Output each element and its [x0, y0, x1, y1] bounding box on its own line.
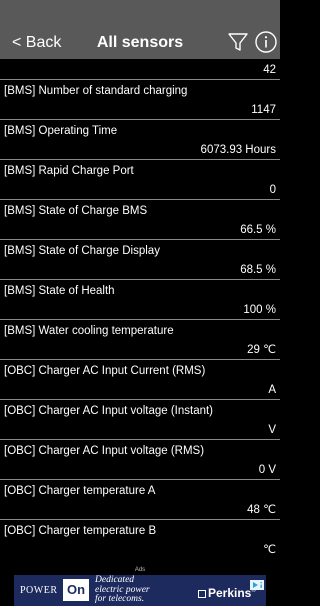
sensor-name: [OBC] Charger temperature A [4, 485, 156, 497]
sensor-value: 6073.93 Hours [200, 144, 276, 156]
sensor-row[interactable]: [BMS] State of Charge BMS 66.5 % [0, 200, 280, 240]
sensor-name: [BMS] State of Charge Display [4, 245, 160, 257]
sensor-row[interactable]: [BMS] Operating Time 6073.93 Hours [0, 120, 280, 160]
sensor-row[interactable]: [BMS] Rapid Charge Port 0 [0, 160, 280, 200]
sensor-row[interactable]: [OBC] Charger temperature A 48 ℃ [0, 480, 280, 520]
adchoices-icon[interactable] [250, 577, 264, 590]
sensor-name: [BMS] Operating Time [4, 125, 118, 137]
sensor-row[interactable]: [OBC] Charger AC Input voltage (RMS) 0 V [0, 440, 280, 480]
ad-area: Ads POWER On Dedicated electric power fo… [0, 567, 280, 606]
sensor-value: A [268, 384, 276, 396]
ad-on-box: On [63, 579, 89, 601]
sensor-row[interactable]: [BMS] Number of standard charging 1147 [0, 80, 280, 120]
info-icon[interactable] [254, 30, 278, 54]
ad-brand: Perkins® [198, 584, 256, 600]
sensor-name: [OBC] Charger AC Input voltage (RMS) [4, 445, 205, 457]
sensor-name: [BMS] State of Health [4, 285, 115, 297]
filter-icon[interactable] [226, 30, 250, 54]
sensor-value: 48 ℃ [247, 504, 276, 516]
sensor-name: [OBC] Charger AC Input voltage (Instant) [4, 405, 214, 417]
sensor-row[interactable]: [OBC] Charger temperature B ℃ [0, 520, 280, 560]
sensor-value: 1147 [251, 104, 276, 116]
sensor-value: V [268, 424, 276, 436]
sensor-name: [BMS] Water cooling temperature [4, 325, 174, 337]
ad-tagline-line: for telecoms. [95, 594, 145, 604]
sensor-list[interactable]: 42 [BMS] Number of standard charging 114… [0, 59, 280, 567]
ad-tagline: Dedicated electric power for telecoms. [95, 575, 175, 605]
sensor-row[interactable]: 42 [0, 59, 280, 80]
sensor-value: 68.5 % [240, 264, 276, 276]
sensor-name: [BMS] Rapid Charge Port [4, 165, 134, 177]
sensor-row[interactable]: [OBC] Charger AC Input voltage (Instant)… [0, 400, 280, 440]
sensor-row[interactable]: [OBC] Charger AC Input Current (RMS) A [0, 360, 280, 400]
back-button[interactable]: < Back [12, 34, 61, 52]
sensor-value: 66.5 % [240, 224, 276, 236]
sensor-name: [BMS] Number of standard charging [4, 85, 188, 97]
brand-logo-mark [198, 590, 206, 598]
sensor-value: 100 % [243, 304, 276, 316]
sensor-row[interactable]: [BMS] State of Charge Display 68.5 % [0, 240, 280, 280]
sensor-name: [OBC] Charger temperature B [4, 525, 157, 537]
sensor-name: [OBC] Charger AC Input Current (RMS) [4, 365, 206, 377]
sensor-row[interactable]: [BMS] Water cooling temperature 29 ℃ [0, 320, 280, 360]
ad-power-text: POWER [20, 585, 58, 596]
sensor-value: 42 [263, 64, 276, 76]
app-header: < Back All sensors [0, 0, 280, 59]
ad-brand-name: Perkins [208, 586, 252, 600]
ad-banner[interactable]: POWER On Dedicated electric power for te… [14, 575, 266, 606]
sensor-value: ℃ [263, 544, 276, 556]
sensor-value: 0 V [258, 464, 276, 476]
sensor-value: 29 ℃ [247, 344, 276, 356]
sensor-value: 0 [269, 184, 276, 196]
sensor-row[interactable]: [BMS] State of Health 100 % [0, 280, 280, 320]
ads-label: Ads [134, 567, 146, 573]
sensor-name: [BMS] State of Charge BMS [4, 205, 148, 217]
